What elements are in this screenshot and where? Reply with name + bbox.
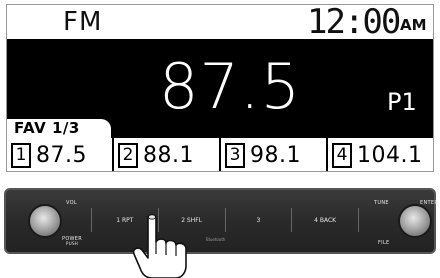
current-frequency: 87.5 [159, 50, 302, 123]
preset-indicator: P1 [387, 88, 417, 116]
button-3[interactable]: 3 [224, 208, 292, 232]
file-label: FILE [378, 240, 390, 246]
preset-number: 4 [332, 143, 352, 168]
clock-ampm: AM [400, 16, 427, 34]
radio-display: FM 12:00 AM 87.5 P1 FAV 1/3 1 87.5 2 88.… [6, 4, 434, 172]
clock-time: 12:00 [307, 4, 401, 42]
vol-label: VOL [66, 200, 77, 206]
preset-3[interactable]: 3 98.1 [221, 138, 328, 171]
preset-number: 2 [118, 143, 138, 168]
pointing-hand-icon [132, 214, 187, 278]
preset-4[interactable]: 4 104.1 [328, 138, 433, 171]
control-panel: VOL POWER PUSH 1 RPT 2 SHFL 3 4 BACK Blu… [4, 188, 438, 254]
preset-list: 1 87.5 2 88.1 3 98.1 4 104.1 [7, 138, 433, 171]
preset-frequency: 98.1 [250, 143, 301, 168]
preset-1[interactable]: 1 87.5 [7, 138, 114, 171]
tune-knob[interactable] [398, 204, 432, 238]
button-4-back[interactable]: 4 BACK [291, 208, 359, 232]
status-bar: FM 12:00 AM [7, 4, 433, 42]
fav-tab[interactable]: FAV 1/3 [7, 119, 111, 139]
band-label: FM [63, 7, 103, 37]
preset-2[interactable]: 2 88.1 [114, 138, 221, 171]
power-volume-knob[interactable] [28, 204, 62, 238]
preset-frequency: 88.1 [143, 143, 194, 168]
preset-number: 3 [225, 143, 245, 168]
fav-label: FAV 1/3 [14, 119, 80, 137]
preset-frequency: 104.1 [357, 143, 423, 168]
preset-number: 1 [11, 143, 31, 168]
push-label: PUSH [66, 241, 79, 246]
tune-label: TUNE [374, 200, 389, 206]
preset-frequency: 87.5 [36, 143, 87, 168]
